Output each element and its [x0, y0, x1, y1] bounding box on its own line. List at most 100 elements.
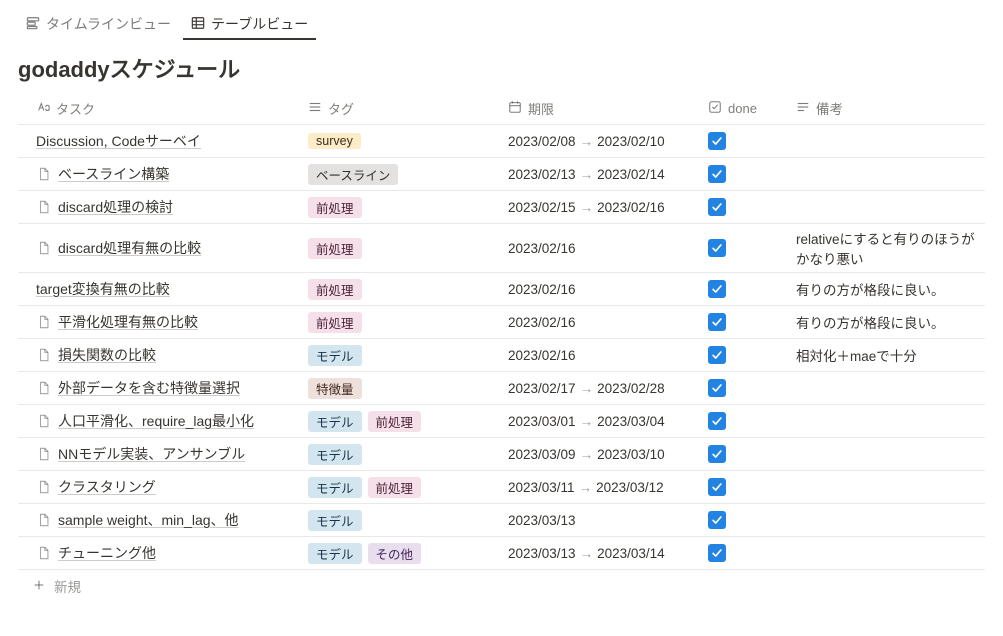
- cell-task[interactable]: 損失関数の比較: [18, 345, 308, 365]
- checkbox-checked[interactable]: [708, 198, 726, 216]
- checkbox-checked[interactable]: [708, 445, 726, 463]
- cell-done[interactable]: [708, 239, 796, 257]
- page-icon: [36, 512, 52, 528]
- cell-done[interactable]: [708, 132, 796, 150]
- cell-date[interactable]: 2023/03/09→2023/03/10: [508, 446, 708, 462]
- cell-tags[interactable]: 前処理: [308, 197, 508, 218]
- task-title[interactable]: クラスタリング: [58, 477, 156, 497]
- cell-done[interactable]: [708, 478, 796, 496]
- cell-date[interactable]: 2023/03/11→2023/03/12: [508, 479, 708, 495]
- timeline-icon: [26, 16, 40, 33]
- cell-done[interactable]: [708, 511, 796, 529]
- task-title[interactable]: discard処理の検討: [58, 197, 173, 217]
- cell-note[interactable]: 相対化＋maeで十分: [796, 345, 985, 365]
- cell-note[interactable]: 有りの方が格段に良い。: [796, 312, 985, 332]
- cell-tags[interactable]: モデル前処理: [308, 411, 508, 432]
- page-title[interactable]: godaddyスケジュール: [18, 52, 985, 84]
- checkbox-checked[interactable]: [708, 478, 726, 496]
- cell-task[interactable]: クラスタリング: [18, 477, 308, 497]
- cell-done[interactable]: [708, 346, 796, 364]
- col-header-task[interactable]: タスク: [18, 99, 308, 118]
- checkbox-checked[interactable]: [708, 132, 726, 150]
- checkbox-checked[interactable]: [708, 280, 726, 298]
- checkbox-checked[interactable]: [708, 544, 726, 562]
- col-header-done[interactable]: done: [708, 100, 796, 117]
- task-title[interactable]: NNモデル実装、アンサンブル: [58, 444, 245, 464]
- task-title[interactable]: 損失関数の比較: [58, 345, 156, 365]
- checkbox-checked[interactable]: [708, 511, 726, 529]
- cell-task[interactable]: discard処理有無の比較: [18, 238, 308, 258]
- cell-date[interactable]: 2023/03/13: [508, 512, 708, 528]
- task-title[interactable]: 外部データを含む特徴量選択: [58, 378, 240, 398]
- checkbox-checked[interactable]: [708, 313, 726, 331]
- cell-task[interactable]: Discussion, Codeサーベイ: [18, 131, 308, 151]
- cell-date[interactable]: 2023/02/16: [508, 347, 708, 363]
- tag-badge: ベースライン: [308, 164, 398, 185]
- cell-done[interactable]: [708, 313, 796, 331]
- cell-tags[interactable]: モデル: [308, 510, 508, 531]
- cell-date[interactable]: 2023/02/15→2023/02/16: [508, 199, 708, 215]
- table-row: 損失関数の比較 モデル2023/02/16 相対化＋maeで十分: [18, 339, 985, 372]
- cell-tags[interactable]: モデル前処理: [308, 477, 508, 498]
- date-range: 2023/02/08→2023/02/10: [508, 134, 665, 149]
- tag-badge: モデル: [308, 543, 362, 564]
- cell-task[interactable]: 平滑化処理有無の比較: [18, 312, 308, 332]
- cell-date[interactable]: 2023/03/01→2023/03/04: [508, 413, 708, 429]
- task-title[interactable]: 人口平滑化、require_lag最小化: [58, 411, 254, 431]
- cell-task[interactable]: NNモデル実装、アンサンブル: [18, 444, 308, 464]
- cell-tags[interactable]: 前処理: [308, 279, 508, 300]
- tab-timeline[interactable]: タイムラインビュー: [18, 10, 179, 40]
- cell-done[interactable]: [708, 412, 796, 430]
- cell-tags[interactable]: モデル: [308, 444, 508, 465]
- col-header-note[interactable]: 備考: [796, 98, 985, 118]
- cell-tags[interactable]: モデル: [308, 345, 508, 366]
- cell-tags[interactable]: survey: [308, 133, 508, 149]
- cell-task[interactable]: ベースライン構築: [18, 164, 308, 184]
- cell-done[interactable]: [708, 379, 796, 397]
- checkbox-checked[interactable]: [708, 239, 726, 257]
- cell-tags[interactable]: 前処理: [308, 238, 508, 259]
- cell-date[interactable]: 2023/02/08→2023/02/10: [508, 133, 708, 149]
- cell-date[interactable]: 2023/02/16: [508, 281, 708, 297]
- checkbox-checked[interactable]: [708, 379, 726, 397]
- cell-done[interactable]: [708, 445, 796, 463]
- cell-date[interactable]: 2023/03/13→2023/03/14: [508, 545, 708, 561]
- tag-badge: モデル: [308, 510, 362, 531]
- cell-tags[interactable]: 特徴量: [308, 378, 508, 399]
- task-title[interactable]: sample weight、min_lag、他: [58, 510, 239, 530]
- checkbox-checked[interactable]: [708, 346, 726, 364]
- cell-date[interactable]: 2023/02/16: [508, 314, 708, 330]
- cell-note[interactable]: 有りの方が格段に良い。: [796, 279, 985, 299]
- tab-table[interactable]: テーブルビュー: [183, 10, 316, 40]
- cell-date[interactable]: 2023/02/13→2023/02/14: [508, 166, 708, 182]
- checkbox-checked[interactable]: [708, 165, 726, 183]
- cell-note[interactable]: relativeにすると有りのほうがかなり悪い: [796, 228, 985, 268]
- col-header-date[interactable]: 期限: [508, 99, 708, 118]
- cell-date[interactable]: 2023/02/16: [508, 240, 708, 256]
- date-range: 2023/02/16: [508, 241, 576, 256]
- cell-task[interactable]: 外部データを含む特徴量選択: [18, 378, 308, 398]
- cell-tags[interactable]: 前処理: [308, 312, 508, 333]
- cell-task[interactable]: target変換有無の比較: [18, 279, 308, 299]
- cell-done[interactable]: [708, 544, 796, 562]
- cell-tags[interactable]: モデルその他: [308, 543, 508, 564]
- cell-date[interactable]: 2023/02/17→2023/02/28: [508, 380, 708, 396]
- task-title[interactable]: チューニング他: [58, 543, 156, 563]
- task-title[interactable]: Discussion, Codeサーベイ: [36, 131, 201, 151]
- cell-done[interactable]: [708, 280, 796, 298]
- col-header-tag[interactable]: タグ: [308, 99, 508, 118]
- cell-task[interactable]: sample weight、min_lag、他: [18, 510, 308, 530]
- cell-done[interactable]: [708, 198, 796, 216]
- task-title[interactable]: 平滑化処理有無の比較: [58, 312, 198, 332]
- cell-tags[interactable]: ベースライン: [308, 164, 508, 185]
- cell-task[interactable]: discard処理の検討: [18, 197, 308, 217]
- cell-task[interactable]: 人口平滑化、require_lag最小化: [18, 411, 308, 431]
- task-title[interactable]: ベースライン構築: [58, 164, 169, 184]
- task-title[interactable]: discard処理有無の比較: [58, 238, 201, 258]
- new-row-button[interactable]: 新規: [18, 570, 985, 602]
- task-title[interactable]: target変換有無の比較: [36, 279, 170, 299]
- arrow-icon: →: [580, 414, 594, 429]
- cell-task[interactable]: チューニング他: [18, 543, 308, 563]
- cell-done[interactable]: [708, 165, 796, 183]
- checkbox-checked[interactable]: [708, 412, 726, 430]
